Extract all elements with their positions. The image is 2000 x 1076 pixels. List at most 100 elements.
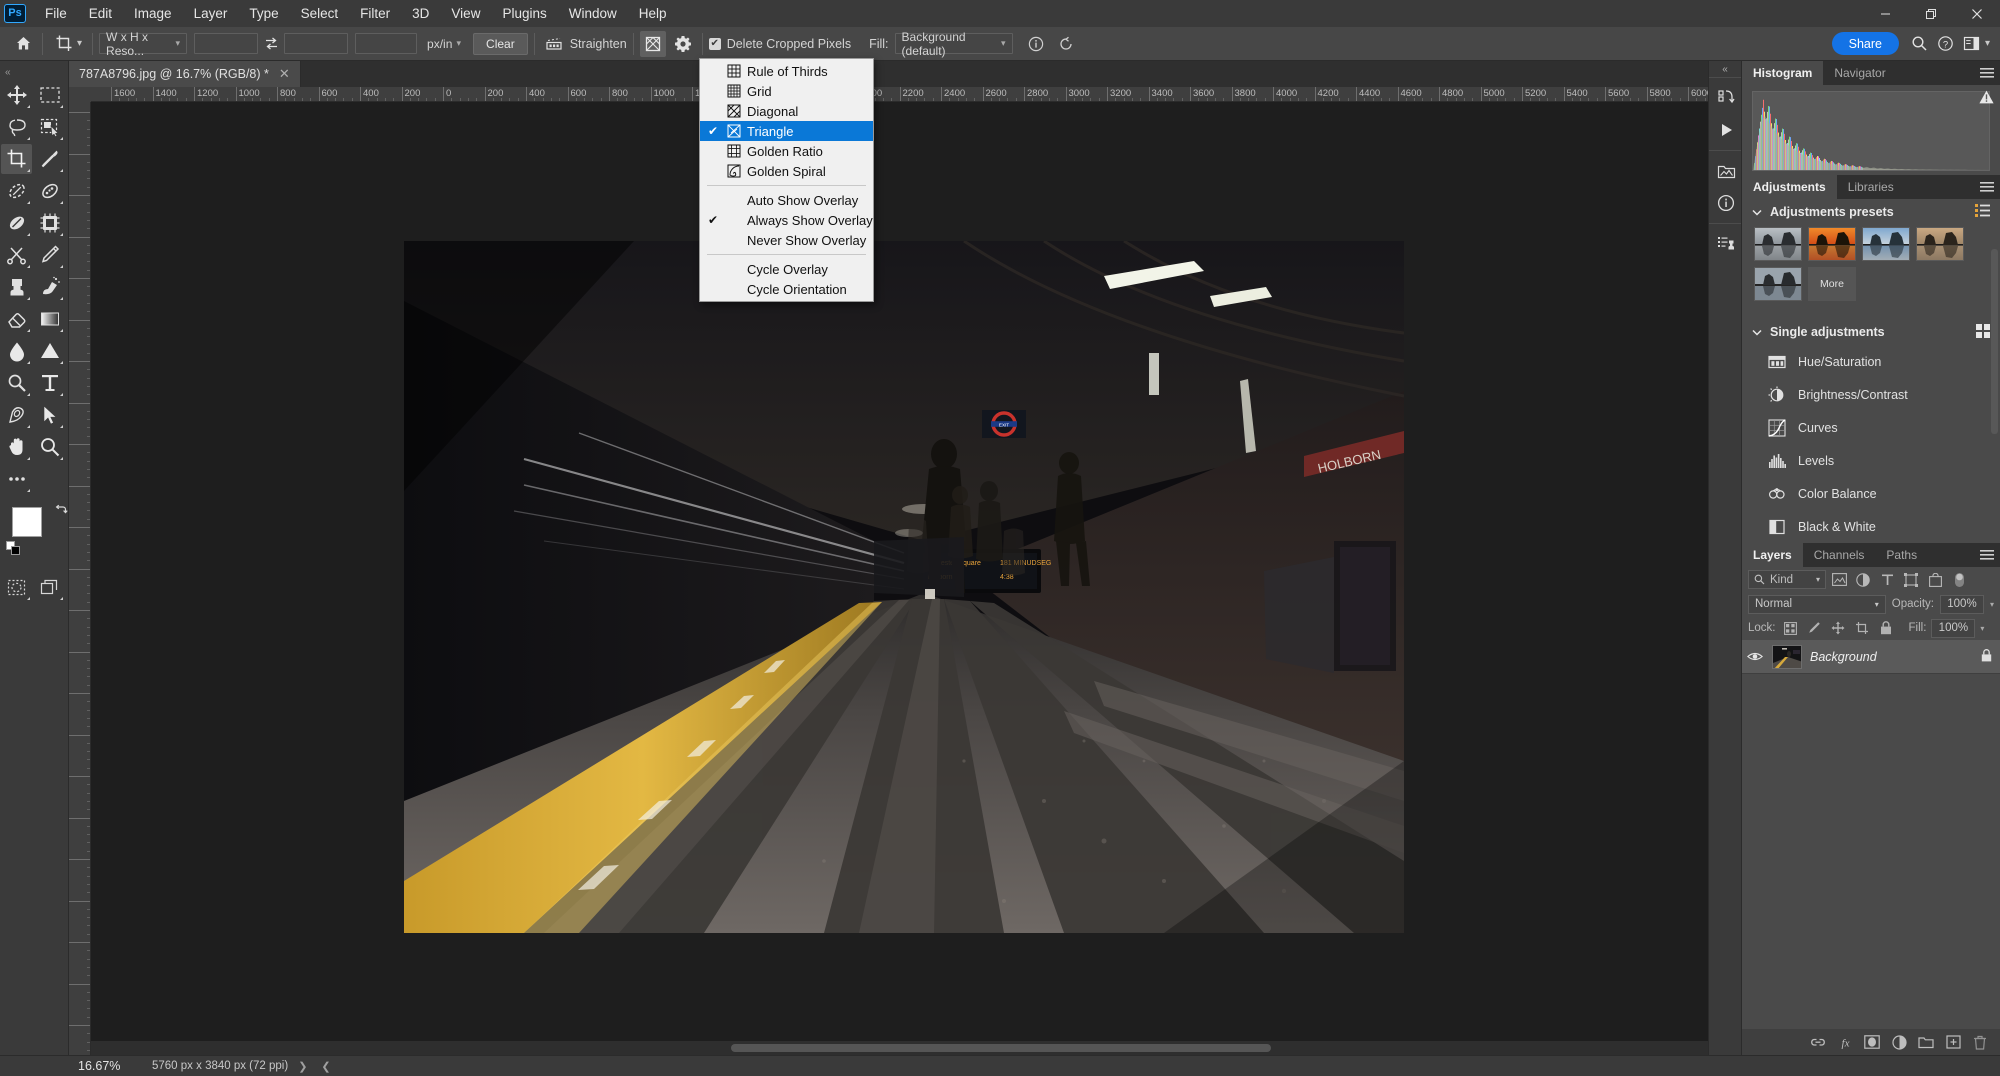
gradient-tool[interactable] — [34, 304, 65, 334]
gear-icon[interactable] — [670, 31, 696, 57]
filter-shape-icon[interactable] — [1900, 570, 1922, 590]
screen-mode-icon[interactable] — [34, 572, 65, 602]
panel-menu-icon[interactable] — [1980, 61, 1994, 85]
eye-icon[interactable] — [1746, 651, 1764, 662]
crop-width-input[interactable] — [194, 33, 259, 54]
filter-smart-icon[interactable] — [1924, 570, 1946, 590]
adjustment-item-curves[interactable]: Curves — [1742, 411, 2000, 444]
adjustment-item-color-balance[interactable]: Color Balance — [1742, 477, 2000, 510]
menu-file[interactable]: File — [34, 2, 78, 25]
clone-stamp-tool[interactable] — [1, 272, 32, 302]
preset-stamp-icon[interactable] — [1709, 228, 1743, 260]
overlay-option-triangle[interactable]: ✔ Triangle — [700, 121, 873, 141]
menu-help[interactable]: Help — [628, 2, 678, 25]
workspace-caret[interactable]: ▾ — [1985, 38, 2000, 49]
tab-channels[interactable]: Channels — [1802, 543, 1876, 567]
delete-layer-icon[interactable] — [1968, 1030, 1992, 1054]
opacity-caret-icon[interactable]: ▾ — [1990, 600, 1994, 609]
filter-type-icon[interactable] — [1876, 570, 1898, 590]
play-icon[interactable] — [1709, 114, 1743, 146]
adjustment-preset-thumb[interactable] — [1808, 227, 1856, 261]
chevron-right-icon[interactable]: ❯ — [298, 1060, 307, 1073]
adjustment-preset-thumb[interactable] — [1754, 267, 1802, 301]
canvas-scroll-area[interactable]: Leicester Square 181 MINUDSEG Holborn 4:… — [91, 102, 1986, 1041]
horizontal-scrollbar-thumb[interactable] — [731, 1044, 1271, 1052]
fill-select[interactable]: Background (default) ▾ — [894, 30, 1013, 58]
overlay-visibility-never-show-overlay[interactable]: Never Show Overlay — [700, 230, 873, 250]
overlay-option-rule-of-thirds[interactable]: Rule of Thirds — [700, 61, 873, 81]
list-view-icon[interactable] — [1975, 204, 1990, 220]
clone-source-tool[interactable] — [1, 240, 32, 270]
adjustment-item-brightness-contrast[interactable]: Brightness/Contrast — [1742, 378, 2000, 411]
remove-tool[interactable] — [34, 176, 65, 206]
reset-icon[interactable] — [1053, 31, 1079, 57]
fill-caret-icon[interactable]: ▾ — [1980, 624, 1984, 633]
document-tab[interactable]: 787A8796.jpg @ 16.7% (RGB/8) * ✕ — [69, 61, 301, 87]
generative-fill-tool[interactable] — [34, 208, 65, 238]
spot-healing-brush-tool[interactable] — [1, 176, 32, 206]
collapse-rail-icon[interactable]: « — [1709, 61, 1741, 77]
patch-tool[interactable] — [1, 208, 32, 238]
overlay-option-grid[interactable]: Grid — [700, 81, 873, 101]
tab-histogram[interactable]: Histogram — [1742, 61, 1824, 85]
path-selection-tool[interactable] — [34, 400, 65, 430]
close-icon[interactable] — [1954, 0, 2000, 27]
fill-value[interactable]: 100% — [1931, 618, 1976, 638]
quick-mask-icon[interactable] — [1, 572, 32, 602]
crop-tool[interactable] — [1, 144, 32, 174]
layer-row[interactable]: Background — [1742, 640, 2000, 674]
layer-filter-kind-select[interactable]: Kind ▾ — [1748, 570, 1826, 589]
type-tool[interactable] — [34, 368, 65, 398]
adjustment-item-levels[interactable]: Levels — [1742, 444, 2000, 477]
adjustment-preset-thumb[interactable] — [1754, 227, 1802, 261]
blend-mode-select[interactable]: Normal ▾ — [1748, 594, 1886, 614]
chevron-left-icon[interactable]: ❮ — [321, 1060, 330, 1073]
lock-transparent-icon[interactable] — [1781, 619, 1800, 638]
menu-view[interactable]: View — [440, 2, 491, 25]
lock-image-icon[interactable] — [1805, 619, 1824, 638]
filter-toggle-icon[interactable] — [1948, 570, 1970, 590]
adjustments-presets-header[interactable]: Adjustments presets — [1742, 199, 2000, 225]
pen-tool[interactable] — [1, 400, 32, 430]
new-layer-icon[interactable] — [1941, 1030, 1965, 1054]
overlay-option-golden-ratio[interactable]: Golden Ratio — [700, 141, 873, 161]
overlay-option-diagonal[interactable]: Diagonal — [700, 101, 873, 121]
delete-cropped-pixels-checkbox[interactable]: ✔ Delete Cropped Pixels — [708, 37, 851, 51]
clear-button[interactable]: Clear — [473, 32, 528, 55]
swap-colors-icon[interactable] — [54, 503, 68, 520]
move-tool[interactable] — [1, 80, 32, 110]
object-selection-tool[interactable] — [34, 112, 65, 142]
help-icon[interactable]: ? — [1933, 31, 1959, 57]
adjustment-item-black-white[interactable]: Black & White — [1742, 510, 2000, 543]
foreground-color-swatch[interactable] — [12, 507, 42, 537]
menu-type[interactable]: Type — [238, 2, 289, 25]
restore-icon[interactable] — [1908, 0, 1954, 27]
lock-icon[interactable] — [1981, 648, 1992, 665]
cached-data-warning-icon[interactable] — [1979, 90, 1994, 107]
new-group-icon[interactable] — [1914, 1030, 1938, 1054]
straighten-label[interactable]: Straighten — [570, 37, 627, 51]
resolution-unit-select[interactable]: px/in ▾ — [421, 33, 467, 54]
overlay-cycle-cycle-overlay[interactable]: Cycle Overlay — [700, 259, 873, 279]
eyedropper-tool[interactable] — [34, 144, 65, 174]
grid-view-icon[interactable] — [1976, 323, 1990, 341]
link-layers-icon[interactable] — [1806, 1030, 1830, 1054]
filter-pixel-icon[interactable] — [1828, 570, 1850, 590]
single-adjustments-header[interactable]: Single adjustments — [1742, 319, 2000, 345]
crop-resolution-input[interactable] — [355, 33, 418, 54]
dodge-tool[interactable] — [34, 336, 65, 366]
zoom-level-field[interactable]: 16.67% — [78, 1058, 136, 1074]
panel-menu-icon[interactable] — [1980, 543, 1994, 567]
home-icon[interactable] — [10, 31, 36, 57]
overlay-visibility-auto-show-overlay[interactable]: Auto Show Overlay — [700, 190, 873, 210]
crop-height-input[interactable] — [284, 33, 349, 54]
minimize-icon[interactable] — [1862, 0, 1908, 27]
tab-adjustments[interactable]: Adjustments — [1742, 175, 1837, 199]
crop-ratio-preset[interactable]: W x H x Reso... ▾ — [99, 30, 188, 58]
burn-tool[interactable] — [1, 368, 32, 398]
blur-tool[interactable] — [1, 336, 32, 366]
workspace-icon[interactable] — [1959, 31, 1985, 57]
overlay-cycle-cycle-orientation[interactable]: Cycle Orientation — [700, 279, 873, 299]
histogram-plot[interactable] — [1752, 91, 1990, 171]
adjustments-scrollbar[interactable] — [1991, 249, 1998, 434]
